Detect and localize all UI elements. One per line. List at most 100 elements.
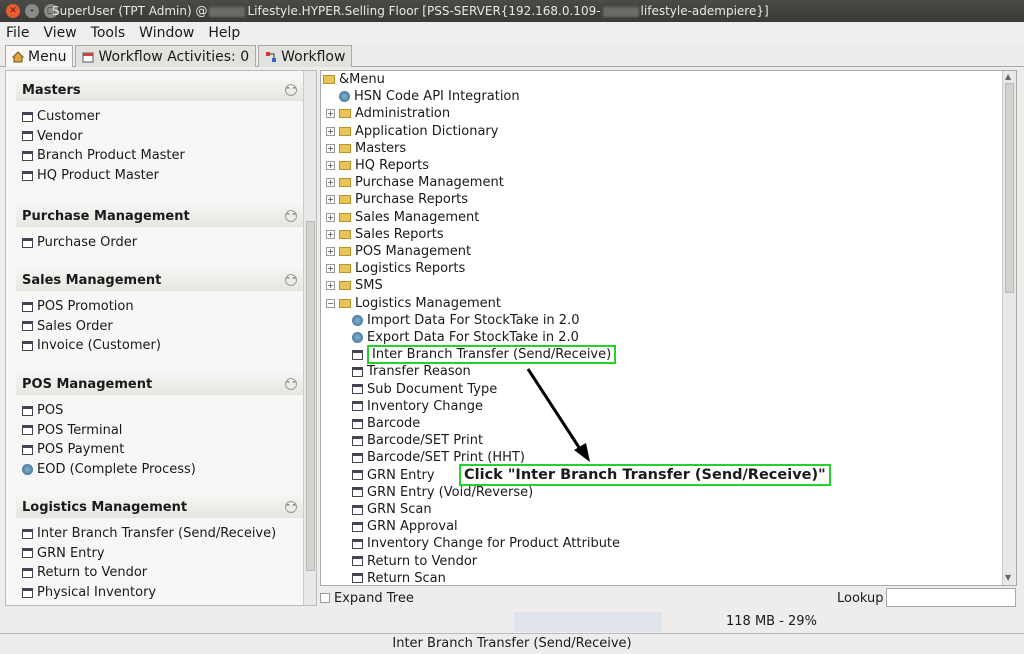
favorite-item-label: Physical Inventory <box>37 585 157 601</box>
favorite-item[interactable]: GRN Entry <box>22 544 303 564</box>
tree-node-label: POS Management <box>355 244 472 260</box>
expand-node-icon[interactable]: + <box>326 109 335 119</box>
minimize-window-button[interactable]: – <box>25 4 39 18</box>
window-titlebar: ✕ – ▢ SuperUser (TPT Admin) @ Lifestyle.H… <box>0 0 1024 22</box>
tree-node[interactable]: + Masters <box>326 140 406 157</box>
tree-node[interactable]: + Sales Reports <box>326 226 444 243</box>
tree-leaf[interactable]: GRN Approval <box>352 518 458 535</box>
expand-node-icon[interactable]: + <box>326 143 335 153</box>
window-icon <box>352 366 363 377</box>
folder-icon <box>339 161 351 171</box>
tree-leaf[interactable]: Import Data For StockTake in 2.0 <box>352 312 579 329</box>
tree-leaf[interactable]: Export Data For StockTake in 2.0 <box>352 329 579 346</box>
tree-leaf[interactable]: Return Scan <box>352 570 446 587</box>
collapse-node-icon[interactable]: − <box>326 298 335 308</box>
tree-node[interactable]: + Purchase Reports <box>326 191 468 208</box>
collapse-icon[interactable]: ⌃⌃ <box>285 501 297 513</box>
expand-node-icon[interactable]: + <box>326 212 335 222</box>
tree-node[interactable]: + Application Dictionary <box>326 123 498 140</box>
favorite-item[interactable]: Branch Product Master <box>22 146 303 166</box>
expand-node-icon[interactable]: + <box>326 161 335 171</box>
tree-node[interactable]: + Purchase Management <box>326 174 504 191</box>
collapse-icon[interactable]: ⌃⌃ <box>285 84 297 96</box>
tree-leaf[interactable]: Return to Vendor <box>352 553 477 570</box>
expand-node-icon[interactable]: + <box>326 229 335 239</box>
tree-leaf-label: Sub Document Type <box>367 381 498 397</box>
favorite-item[interactable]: POS <box>22 401 303 421</box>
lookup-input[interactable] <box>886 588 1016 607</box>
collapse-icon[interactable]: ⌃⌃ <box>285 378 297 390</box>
window-icon <box>352 573 363 584</box>
expand-node-icon[interactable]: + <box>326 281 335 291</box>
tree-leaf[interactable]: GRN Entry (Void/Reverse) <box>352 484 533 501</box>
tree-leaf[interactable]: Transfer Reason <box>352 363 471 380</box>
menu-view[interactable]: View <box>43 25 76 41</box>
favorite-item[interactable]: Sales Order <box>22 317 303 337</box>
tree-node[interactable]: + SMS <box>326 277 383 294</box>
favorite-item[interactable]: Invoice (Customer) <box>22 336 303 356</box>
tree-leaf[interactable]: Barcode/SET Print <box>352 432 483 449</box>
tab-workflow[interactable]: Workflow <box>258 45 353 67</box>
tree-leaf[interactable]: Inventory Change for Product Attribute <box>352 535 620 552</box>
tree-root[interactable]: &Menu <box>323 71 385 88</box>
left-scrollbar[interactable] <box>303 71 316 605</box>
collapse-icon[interactable]: ⌃⌃ <box>285 210 297 222</box>
expand-node-icon[interactable]: + <box>326 264 335 274</box>
favorite-item[interactable]: POS Promotion <box>22 297 303 317</box>
favorite-item[interactable]: Physical Inventory <box>22 583 303 603</box>
tree-node[interactable]: + HQ Reports <box>326 157 429 174</box>
tab-menu[interactable]: Menu <box>5 45 74 67</box>
menu-help[interactable]: Help <box>208 25 240 41</box>
expand-node-icon[interactable]: + <box>326 247 335 257</box>
tree-scrollbar[interactable]: ▲ ▼ <box>1002 71 1016 585</box>
window-icon <box>22 131 33 142</box>
tree-leaf[interactable]: GRN Entry <box>352 467 435 484</box>
tree-leaf-label: Export Data For StockTake in 2.0 <box>367 330 579 346</box>
window-icon <box>22 405 33 416</box>
expand-node-icon[interactable]: + <box>326 126 335 136</box>
collapse-icon[interactable]: ⌃⌃ <box>285 274 297 286</box>
expand-node-icon[interactable]: + <box>326 195 335 205</box>
favorite-item[interactable]: Inter Branch Transfer (Send/Receive) <box>22 524 303 544</box>
menu-tools[interactable]: Tools <box>91 25 126 41</box>
window-icon <box>22 567 33 578</box>
menu-file[interactable]: File <box>6 25 29 41</box>
window-icon <box>22 237 33 248</box>
favorite-item[interactable]: POS Terminal <box>22 421 303 441</box>
favorite-item[interactable]: Return to Vendor <box>22 563 303 583</box>
tree-node[interactable]: − Logistics Management <box>326 295 501 312</box>
favorite-item[interactable]: HQ Product Master <box>22 166 303 186</box>
favorite-item-label: POS Promotion <box>37 299 134 315</box>
menu-window[interactable]: Window <box>139 25 194 41</box>
tree-leaf[interactable]: GRN Scan <box>352 501 432 518</box>
favorite-item-label: HQ Product Master <box>37 168 160 184</box>
tree-leaf[interactable]: Barcode <box>352 415 420 432</box>
tree-node-label: HQ Reports <box>355 158 430 174</box>
favorite-item-label: Sales Order <box>37 318 113 334</box>
tab-workflow-activities[interactable]: Workflow Activities: 0 <box>75 45 257 67</box>
favorite-item[interactable]: EOD (Complete Process) <box>22 460 303 480</box>
expand-node-icon[interactable]: + <box>326 178 335 188</box>
status-message: Inter Branch Transfer (Send/Receive) <box>0 633 1024 653</box>
section-title: POS Management <box>22 376 153 392</box>
window-icon <box>352 401 363 412</box>
close-window-button[interactable]: ✕ <box>6 4 20 18</box>
favorite-item[interactable]: Customer <box>22 107 303 127</box>
window-icon <box>352 538 363 549</box>
tree-leaf-inter-branch-transfer[interactable]: Inter Branch Transfer (Send/Receive) <box>352 345 617 365</box>
workflow-icon <box>266 51 277 62</box>
favorite-item[interactable]: Vendor <box>22 127 303 147</box>
favorite-item[interactable]: POS Payment <box>22 440 303 460</box>
tree-node[interactable]: + Logistics Reports <box>326 260 465 277</box>
tree-node[interactable]: HSN Code API Integration <box>326 88 520 105</box>
tree-node[interactable]: + Administration <box>326 105 450 122</box>
favorite-item[interactable]: Purchase Order <box>22 233 303 253</box>
tree-node[interactable]: + Sales Management <box>326 209 479 226</box>
expand-tree-checkbox[interactable] <box>320 593 330 603</box>
window-icon <box>352 349 363 360</box>
tree-leaf[interactable]: Inventory Change <box>352 398 483 415</box>
tree-node-label: Sales Management <box>355 209 480 225</box>
window-icon <box>22 340 33 351</box>
tree-leaf[interactable]: Sub Document Type <box>352 381 497 398</box>
tree-node[interactable]: + POS Management <box>326 243 471 260</box>
